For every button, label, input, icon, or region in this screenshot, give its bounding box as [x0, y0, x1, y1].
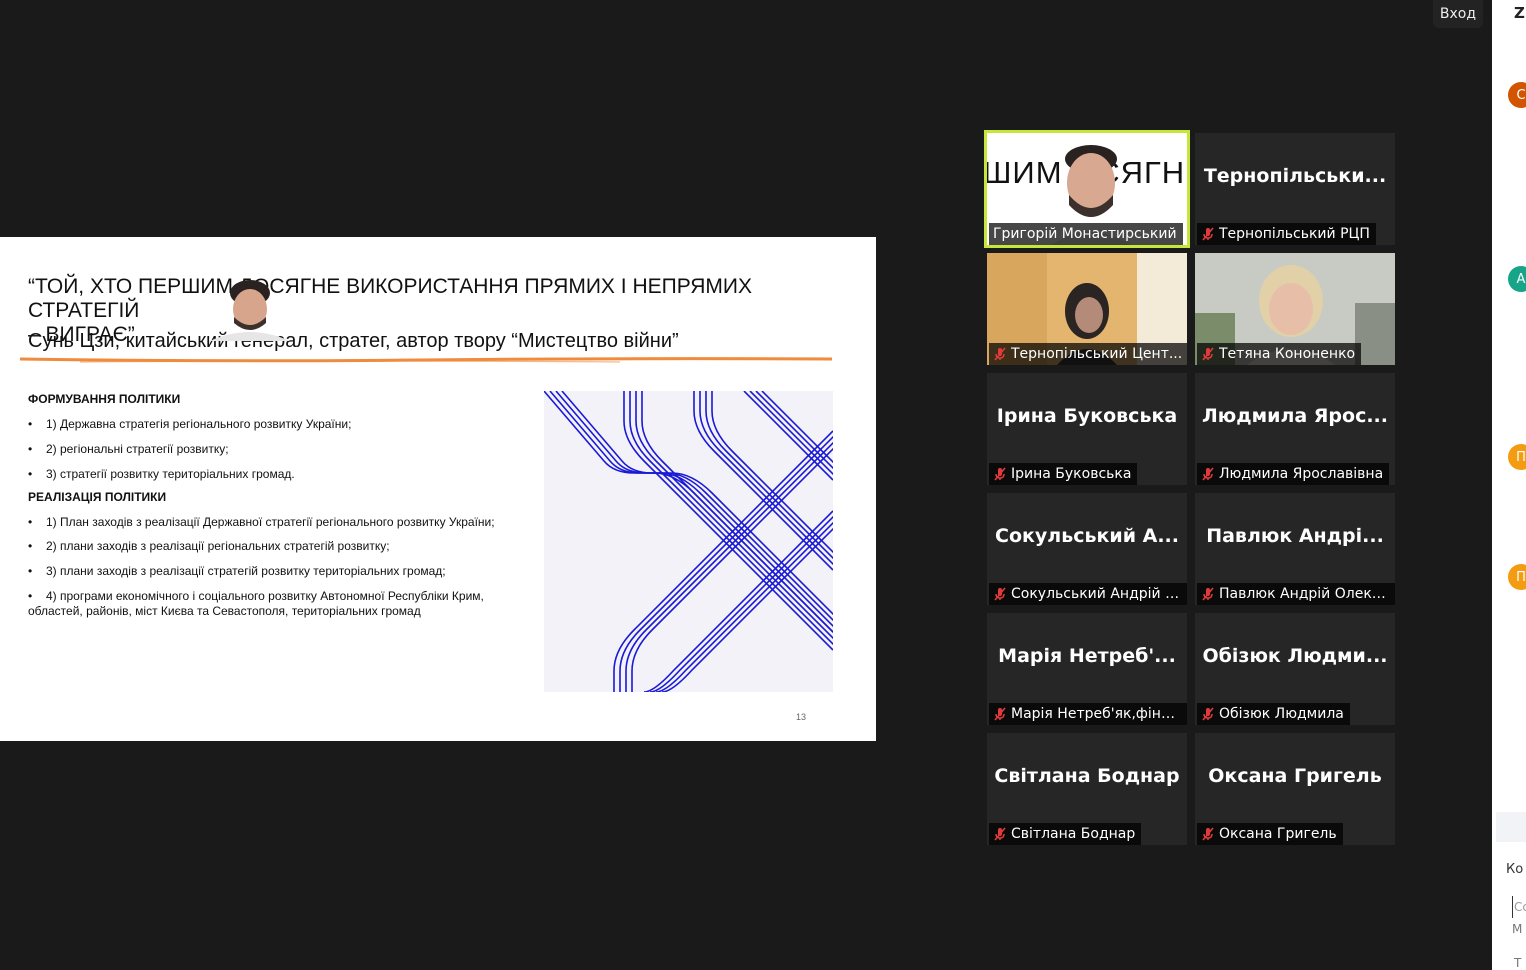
quote-line-1: “ТОЙ, ХТО ПЕРШИМ ДОСЯГНЕ ВИКОРИСТАННЯ ПР…: [28, 275, 753, 322]
participant-name-label: Григорій Монастирський: [989, 223, 1183, 245]
muted-mic-icon: [1197, 463, 1219, 485]
chat-header: Ко: [1506, 862, 1524, 877]
side-panel: Z С А П П Ко Сс М Т: [1492, 0, 1526, 970]
participant-name-label: Ірина Буковська: [989, 463, 1138, 485]
participant-tile[interactable]: Обізюк Людми... Обізюк Людмила: [1195, 613, 1395, 725]
chat-footer: Т: [1514, 956, 1522, 970]
participant-display-name: Обізюк Людми...: [1202, 644, 1388, 667]
avatar[interactable]: А: [1508, 266, 1526, 292]
muted-mic-icon: [989, 583, 1011, 605]
participant-tile[interactable]: Тернопільськи... Тернопільський РЦП: [1195, 133, 1395, 245]
participant-name-label: Людмила Ярославівна: [1197, 463, 1390, 485]
participant-name-label: Сокульський Андрій (...: [989, 583, 1187, 605]
participant-tile[interactable]: Тетяна Кононенко: [1195, 253, 1395, 365]
chat-input[interactable]: Сс: [1514, 900, 1526, 914]
slide-underline: [20, 357, 832, 363]
participant-name-label: Оксана Григель: [1197, 823, 1343, 845]
participant-name: Тернопільський РЦП: [1219, 226, 1370, 242]
participant-name: Марія Нетреб'як,фінві...: [1011, 706, 1183, 722]
participant-name: Оксана Григель: [1219, 826, 1337, 842]
sign-in-button[interactable]: Вход: [1433, 0, 1483, 28]
participant-name: Григорій Монастирський: [993, 226, 1177, 242]
list-item: • 3) плани заходів з реалізації стратегій…: [28, 564, 446, 578]
chat-input-line[interactable]: М: [1512, 922, 1522, 936]
participant-tile[interactable]: Світлана Боднар Світлана Боднар: [987, 733, 1187, 845]
participant-name: Обізюк Людмила: [1219, 706, 1344, 722]
speaker-overlay-avatar: [200, 271, 300, 341]
section-implementation-title: РЕАЛІЗАЦІЯ ПОЛІТИКИ: [28, 490, 167, 504]
list-item: • 2) регіональні стратегії розвитку;: [28, 442, 229, 456]
participant-name-label: Обізюк Людмила: [1197, 703, 1350, 725]
section-implementation-list: • 1) План заходів з реалізації Державної …: [28, 515, 498, 619]
participant-tile[interactable]: Людмила Ярос... Людмила Ярославівна: [1195, 373, 1395, 485]
participant-name-label: Світлана Боднар: [989, 823, 1142, 845]
decorative-line-pattern: [544, 391, 833, 692]
muted-mic-icon: [1197, 823, 1219, 845]
participant-name: Тетяна Кононенко: [1219, 346, 1356, 362]
muted-mic-icon: [1197, 583, 1219, 605]
muted-mic-icon: [1197, 703, 1219, 725]
avatar[interactable]: П: [1508, 564, 1526, 590]
participant-tile[interactable]: Павлюк Андрі... Павлюк Андрій Олекс...: [1195, 493, 1395, 605]
participant-name: Тернопільський Цент...: [1011, 346, 1183, 362]
participant-tile[interactable]: Тернопільський Цент...: [987, 253, 1187, 365]
list-item: • 2) плани заходів з реалізації регіональ…: [28, 539, 390, 553]
participant-name-label: Марія Нетреб'як,фінві...: [989, 703, 1187, 725]
participant-tile[interactable]: Марія Нетреб'... Марія Нетреб'як,фінві...: [987, 613, 1187, 725]
participant-name: Павлюк Андрій Олекс...: [1219, 586, 1391, 602]
muted-mic-icon: [989, 703, 1011, 725]
participant-display-name: Людмила Ярос...: [1202, 404, 1388, 427]
muted-mic-icon: [1197, 223, 1219, 245]
slide-page-number: 13: [796, 712, 807, 722]
muted-mic-icon: [1197, 343, 1219, 365]
muted-mic-icon: [989, 463, 1011, 485]
participant-name: Сокульський Андрій (...: [1011, 586, 1183, 602]
list-item: • 3) стратегії розвитку територіальних гр…: [28, 467, 295, 481]
participant-display-name: Павлюк Андрі...: [1206, 524, 1384, 547]
shared-screen-slide: “ТОЙ, ХТО ПЕРШИМ ДОСЯГНЕ ВИКОРИСТАННЯ ПР…: [0, 237, 876, 741]
avatar[interactable]: П: [1508, 444, 1526, 470]
participant-display-name: Марія Нетреб'...: [998, 644, 1176, 667]
app-logo: Z: [1514, 4, 1525, 22]
muted-mic-icon: [989, 343, 1011, 365]
avatar[interactable]: С: [1508, 82, 1526, 108]
participant-display-name: Сокульський А...: [995, 524, 1179, 547]
participant-name-label: Тетяна Кононенко: [1197, 343, 1362, 365]
participant-display-name: Ірина Буковська: [996, 404, 1178, 427]
list-item: • 1) Державна стратегія регіонального роз…: [28, 417, 352, 431]
participant-tile[interactable]: Сокульський А... Сокульський Андрій (...: [987, 493, 1187, 605]
participant-tile[interactable]: Оксана Григель Оксана Григель: [1195, 733, 1395, 845]
participant-tile[interactable]: Ірина Буковська Ірина Буковська: [987, 373, 1187, 485]
section-formation-list: • 1) Державна стратегія регіонального роз…: [28, 417, 498, 482]
participant-name-label: Тернопільський РЦП: [1197, 223, 1376, 245]
section-formation-title: ФОРМУВАННЯ ПОЛІТИКИ: [28, 392, 181, 406]
participant-display-name: Світлана Боднар: [994, 764, 1180, 787]
participant-name-label: Тернопільський Цент...: [989, 343, 1187, 365]
participant-name: Ірина Буковська: [1011, 466, 1132, 482]
participant-display-name: Тернопільськи...: [1203, 164, 1387, 187]
participant-name: Людмила Ярославівна: [1219, 466, 1384, 482]
list-item: • 1) План заходів з реалізації Державної …: [28, 515, 495, 529]
text-cursor: [1512, 896, 1513, 918]
participant-name: Світлана Боднар: [1011, 826, 1136, 842]
participant-name-label: Павлюк Андрій Олекс...: [1197, 583, 1395, 605]
participant-tile[interactable]: ШИМ ОСЯГНЕГригорій Монастирський: [984, 130, 1190, 248]
panel-highlight: [1496, 812, 1526, 842]
slide-author: Сунь Цзи, китайський генерал, стратег, а…: [28, 330, 679, 352]
muted-mic-icon: [989, 823, 1011, 845]
participant-display-name: Оксана Григель: [1208, 764, 1382, 787]
list-item: • 4) програми економічного і соціального …: [28, 589, 484, 618]
